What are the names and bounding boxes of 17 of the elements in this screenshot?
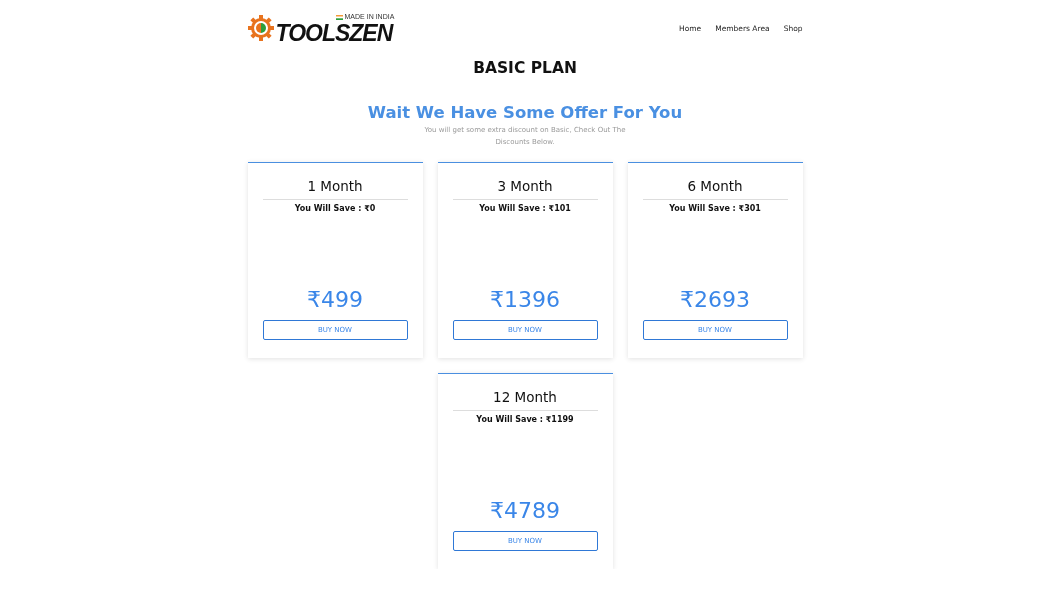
- plan-price: ₹2693: [680, 287, 750, 312]
- plan-price: ₹499: [307, 287, 363, 312]
- plan-price: ₹4789: [490, 498, 560, 523]
- plan-duration: 1 Month: [262, 178, 408, 200]
- page-title: BASIC PLAN: [472, 59, 578, 77]
- plan-savings: You Will Save : ₹0: [294, 204, 376, 213]
- plan-price: ₹1396: [490, 287, 560, 312]
- offer-heading: Wait We Have Some Offer For You: [366, 103, 684, 122]
- logo-text: TOOLSZEN: [275, 21, 395, 44]
- plan-duration: 6 Month: [642, 178, 788, 200]
- plan-savings: You Will Save : ₹301: [669, 204, 761, 213]
- plan-savings: You Will Save : ₹1199: [476, 415, 574, 424]
- gear-icon: [247, 15, 274, 41]
- plan-savings: You Will Save : ₹101: [479, 204, 571, 213]
- flag-icon: [335, 14, 343, 20]
- plan-duration: 3 Month: [452, 178, 598, 200]
- plan-duration: 12 Month: [452, 389, 598, 411]
